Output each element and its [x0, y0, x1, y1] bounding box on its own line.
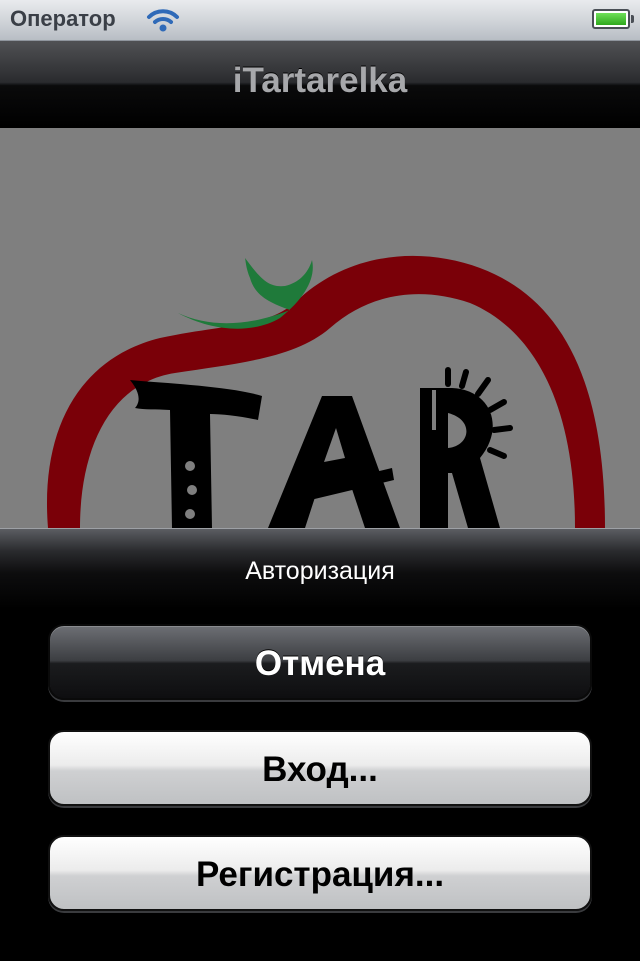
- login-button[interactable]: Вход...: [48, 730, 592, 806]
- cancel-button[interactable]: Отмена: [48, 624, 592, 700]
- battery-fill: [596, 13, 626, 25]
- navigation-bar: iTartarelka: [0, 41, 640, 129]
- battery-icon: [592, 9, 634, 29]
- carrier-label: Оператор: [10, 6, 116, 31]
- wifi-icon: [147, 9, 179, 32]
- status-bar: Оператор: [0, 0, 640, 41]
- tartarelka-logo: [46, 255, 606, 528]
- content-area: [0, 128, 640, 528]
- register-button[interactable]: Регистрация...: [48, 835, 592, 911]
- action-sheet: Авторизация Отмена Вход... Регистрация..…: [0, 528, 640, 961]
- action-sheet-title: Авторизация: [245, 557, 395, 585]
- nav-title: iTartarelka: [232, 61, 408, 100]
